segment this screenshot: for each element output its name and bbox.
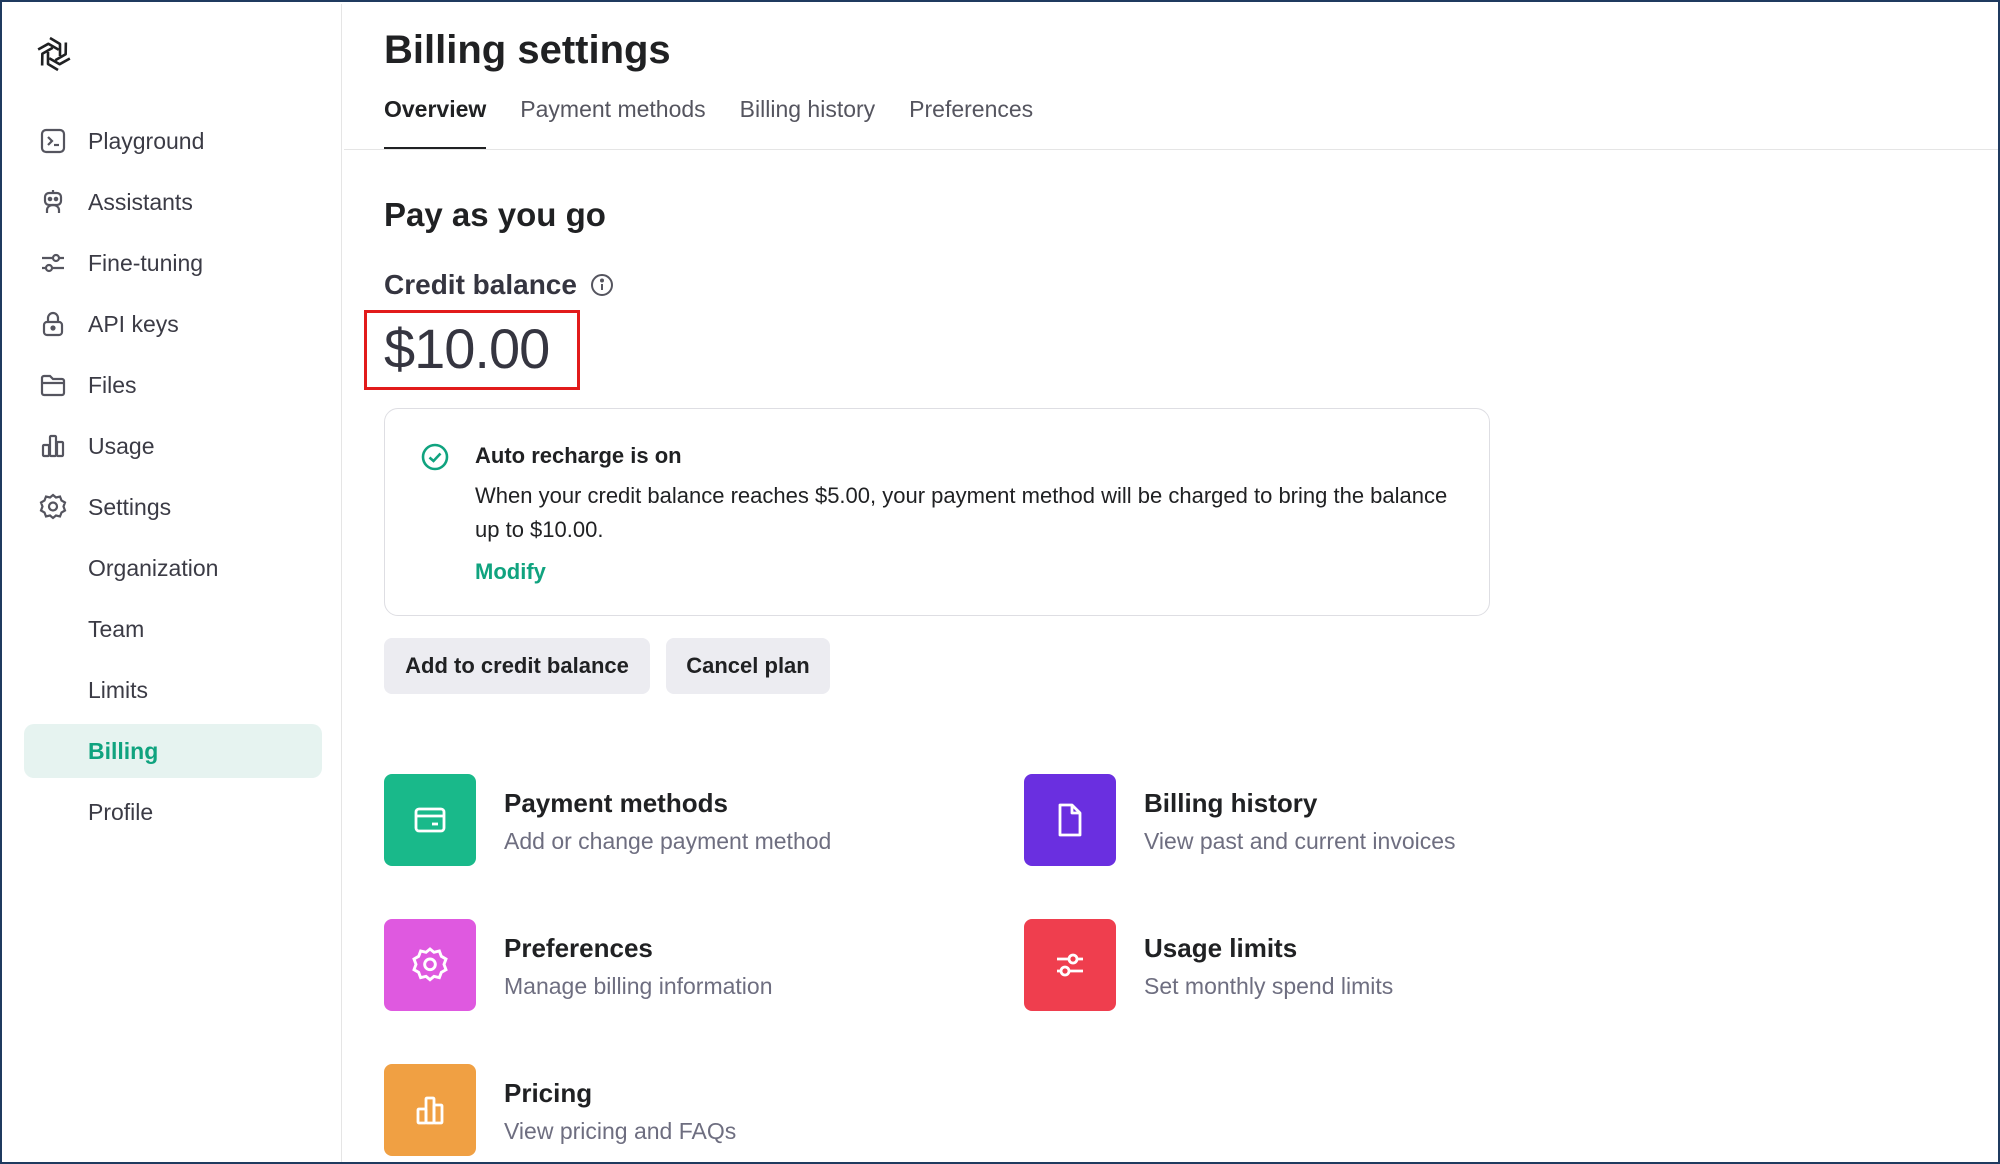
sidebar-item-label: Limits [88,676,149,703]
document-icon [1024,774,1116,866]
check-circle-icon [419,441,451,473]
tile-title: Payment methods [504,788,728,818]
sidebar-item-label: Team [88,615,145,642]
tile-title: Billing history [1144,788,1318,818]
sidebar-item-usage[interactable]: Usage [24,419,322,473]
sidebar-item-profile[interactable]: Profile [24,785,322,839]
plan-title: Pay as you go [384,196,606,233]
bar-chart-icon [384,1064,476,1156]
sidebar-item-settings[interactable]: Settings [24,480,322,534]
sidebar-item-label: Organization [88,554,219,581]
auto-recharge-title: Auto recharge is on [475,443,682,468]
robot-icon [36,185,70,219]
folder-icon [36,368,70,402]
sidebar-item-label: Settings [88,493,172,520]
tile-subtitle: Set monthly spend limits [1144,973,1394,999]
sidebar-item-playground[interactable]: Playground [24,114,322,168]
sidebar-item-label: Assistants [88,188,193,215]
sidebar-item-label: Files [88,371,137,398]
auto-recharge-text: When your credit balance reaches $5.00, … [475,483,1448,542]
bar-chart-icon [36,429,70,463]
sidebar: Playground Assistants Fine-tuning API ke… [4,4,342,1162]
sidebar-item-label: Playground [88,127,205,154]
tile-preferences[interactable]: Preferences Manage billing information [384,919,984,1011]
sidebar-item-team[interactable]: Team [24,602,322,656]
sidebar-item-label: Usage [88,432,155,459]
sidebar-item-label: API keys [88,310,179,337]
tab-bar: Overview Payment methods Billing history… [384,92,1033,152]
sidebar-item-billing[interactable]: Billing [24,724,322,778]
tile-subtitle: Add or change payment method [504,828,832,854]
main-content: Billing settings Overview Payment method… [344,4,1998,1162]
sidebar-item-limits[interactable]: Limits [24,663,322,717]
tab-payment-methods[interactable]: Payment methods [520,92,705,152]
cancel-plan-button[interactable]: Cancel plan [666,638,830,694]
tab-overview[interactable]: Overview [384,92,487,152]
tile-pricing[interactable]: Pricing View pricing and FAQs [384,1064,984,1156]
add-to-credit-balance-button[interactable]: Add to credit balance [384,638,650,694]
tile-title: Preferences [504,933,653,963]
gear-icon [36,490,70,524]
lock-icon [36,307,70,341]
app-window: Playground Assistants Fine-tuning API ke… [0,0,2000,1164]
tile-payment-methods[interactable]: Payment methods Add or change payment me… [384,774,984,866]
sliders-icon [1024,919,1116,1011]
sidebar-item-fine-tuning[interactable]: Fine-tuning [24,236,322,290]
credit-balance-value: $10.00 [384,317,550,380]
sidebar-item-label: Profile [88,798,154,825]
credit-balance-label: Credit balance [384,269,615,301]
credit-balance-label-text: Credit balance [384,269,577,300]
sidebar-item-assistants[interactable]: Assistants [24,175,322,229]
tabs-divider [344,149,1998,150]
tile-subtitle: View past and current invoices [1144,828,1456,854]
tile-usage-limits[interactable]: Usage limits Set monthly spend limits [1024,919,1624,1011]
sidebar-item-label: Fine-tuning [88,249,204,276]
sidebar-item-organization[interactable]: Organization [24,541,322,595]
terminal-icon [36,124,70,158]
auto-recharge-card: Auto recharge is on When your credit bal… [384,408,1490,616]
modify-link[interactable]: Modify [475,559,546,585]
tile-subtitle: View pricing and FAQs [504,1118,737,1144]
sidebar-item-api-keys[interactable]: API keys [24,297,322,351]
openai-logo-icon[interactable] [32,32,76,76]
sidebar-item-files[interactable]: Files [24,358,322,412]
info-icon[interactable] [589,272,615,298]
tab-billing-history[interactable]: Billing history [740,92,876,152]
sliders-icon [36,246,70,280]
page-title: Billing settings [384,28,671,72]
gear-icon [384,919,476,1011]
credit-card-icon [384,774,476,866]
sidebar-item-label: Billing [88,737,159,764]
tile-title: Usage limits [1144,933,1298,963]
tile-subtitle: Manage billing information [504,973,773,999]
tile-title: Pricing [504,1078,593,1108]
tile-billing-history[interactable]: Billing history View past and current in… [1024,774,1624,866]
tab-preferences[interactable]: Preferences [909,92,1033,152]
